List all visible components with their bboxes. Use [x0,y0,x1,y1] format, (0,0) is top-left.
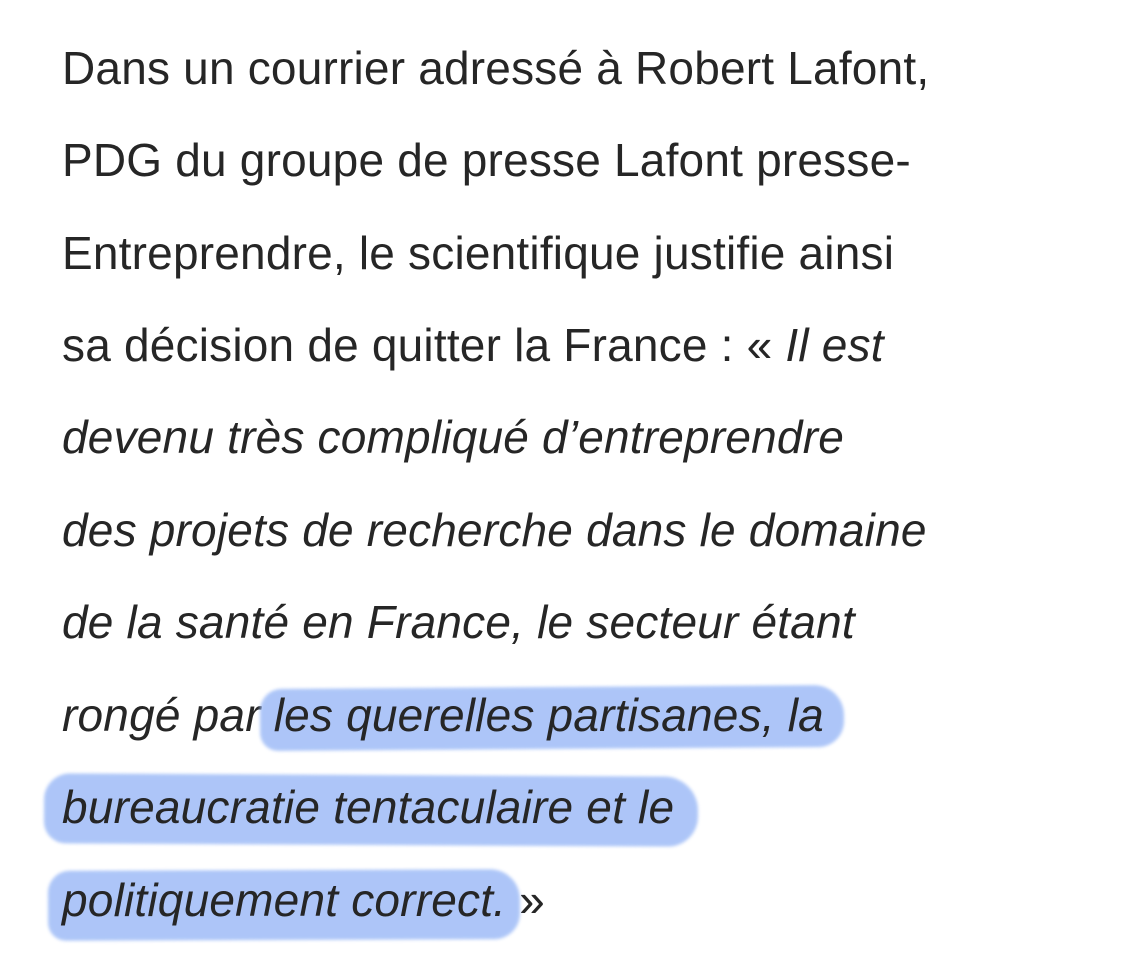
quote-segment: des projets de recherche dans le domaine [62,504,927,556]
text-line-10: politiquement correct. » [62,854,545,946]
highlighted-text: bureaucratie tentaculaire et le [62,761,674,853]
text-line-5: devenu très compliqué d’entreprendre [62,391,844,483]
text-line-8: rongé par les querelles partisanes, la [62,669,824,761]
text-segment: Entreprendre, le scientifique justifie a… [62,227,895,279]
text-line-2: PDG du groupe de presse Lafont presse- [62,114,911,206]
text-line-7: de la santé en France, le secteur étant [62,576,855,668]
text-line-9: bureaucratie tentaculaire et le [62,761,674,853]
text-segment: sa décision de quitter la France : « [62,319,773,371]
text-line-1: Dans un courrier adressé à Robert Lafont… [62,22,929,114]
quote-segment: de la santé en France, le secteur étant [62,596,855,648]
highlighted-text: politiquement correct. [62,854,506,946]
text-line-6: des projets de recherche dans le domaine [62,484,927,576]
highlighted-text: les querelles partisanes, la [274,669,824,761]
closing-quote-mark: » [519,874,545,926]
quote-segment: rongé par [62,689,261,741]
text-segment: PDG du groupe de presse Lafont presse- [62,134,911,186]
quote-start: Il est [785,319,884,371]
text-line-3: Entreprendre, le scientifique justifie a… [62,207,894,299]
text-segment: Dans un courrier adressé à Robert Lafont… [62,42,930,94]
quote-segment: devenu très compliqué d’entreprendre [62,411,845,463]
article-excerpt: Dans un courrier adressé à Robert Lafont… [0,0,1125,970]
text-line-4: sa décision de quitter la France : « Il … [62,299,884,391]
